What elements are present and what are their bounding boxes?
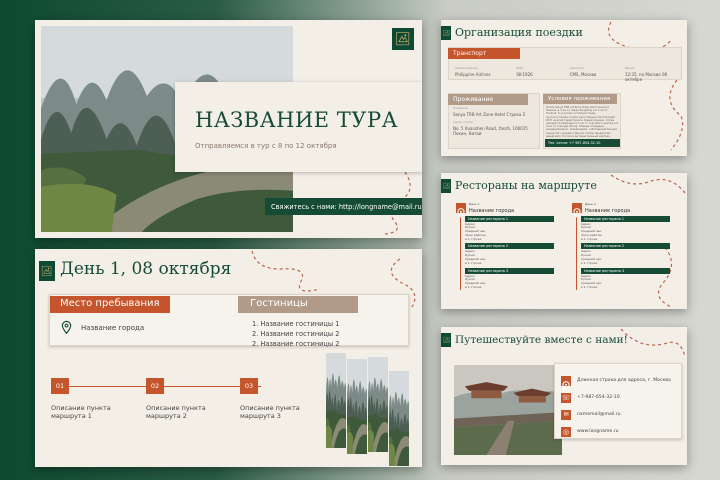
brand-logo: [392, 28, 414, 50]
step-text: Описание пункта маршрута 2: [146, 404, 206, 420]
contact-row[interactable]: ◎ www.longname.ru: [561, 423, 671, 440]
step-text: Описание пункта маршрута 3: [240, 404, 300, 420]
contact-email: namemail@mail.ru: [577, 412, 621, 417]
hotel-item: 2. Название гостиницы 2: [252, 340, 340, 348]
location-pin-icon: [572, 202, 582, 213]
slide-contacts[interactable]: Путешествуйте вместе с нами! Длинная стр…: [441, 327, 687, 465]
restaurant-name[interactable]: Название ресторана 2: [581, 243, 670, 250]
day-column: День 1 Название города Название ресторана…: [456, 202, 554, 290]
slide-organization[interactable]: Организация поездки Транспорт Авиакомпан…: [441, 20, 687, 156]
brand-logo: [441, 179, 451, 193]
waterfall-photo-strips: [326, 349, 422, 467]
contact-row[interactable]: ✉ namemail@mail.ru: [561, 406, 671, 423]
city-label: Название города: [469, 207, 515, 214]
restaurant-info: в 1 строке: [581, 260, 598, 265]
hotel-phone[interactable]: Тел. отеля: +7 987-654-32-10: [545, 139, 620, 147]
brand-logo: [441, 26, 451, 40]
step-number: 03: [240, 378, 258, 394]
slide-day-one[interactable]: День 1, 08 октября Место пребывания Назв…: [35, 249, 422, 467]
contact-address: Длинная строка для адреса, г. Москва: [577, 378, 671, 383]
route-step: 02 Описание пункта маршрута 2: [146, 378, 226, 420]
restaurant-name[interactable]: Название ресторана 3: [465, 267, 554, 274]
slide-title-text: Рестораны на маршруте: [455, 179, 597, 192]
phone-icon: ☏: [561, 392, 571, 403]
flight-value: SK-1926: [516, 71, 533, 77]
globe-icon: ◎: [561, 426, 571, 437]
contact-phone: +7-987-654-32-10: [577, 395, 620, 400]
restaurant-info: в 1 строке: [465, 285, 482, 290]
stay-addr-value: No. 5 Xuanzhen Road, Yanzh, 100015 Пекин…: [453, 125, 528, 137]
slide-title[interactable]: НАЗВАНИЕ ТУРА Отправляемся в тур с 8 по …: [35, 20, 422, 238]
stay-tag: Проживание: [448, 94, 528, 105]
photo-strip: [347, 359, 367, 454]
photo-strip: [326, 353, 346, 448]
place-tag: Место пребывания: [50, 296, 170, 313]
route-step: 01 Описание пункта маршрута 1: [51, 378, 131, 420]
tour-title: НАЗВАНИЕ ТУРА: [195, 108, 398, 132]
stay-info: Название Sanya TRB Art Zone Hotel Строка…: [453, 106, 537, 137]
day-column: День 2 Название города Название ресторана…: [572, 202, 670, 290]
photo-strip: [368, 357, 388, 452]
flight-value: Philippine Airlines: [455, 71, 491, 77]
hotels-list: 1. Название гостиницы 1 2. Название гост…: [252, 319, 339, 349]
location-pin-icon: [561, 375, 571, 386]
place-row: Название города: [60, 320, 144, 335]
restaurant-info: в 1 строке: [581, 236, 598, 241]
hotel-item: 2. Название гостиницы 2: [252, 330, 340, 338]
city-label: Название города: [585, 207, 631, 214]
brand-logo: [441, 333, 451, 347]
restaurant-name[interactable]: Название ресторана 2: [465, 243, 554, 250]
contact-row[interactable]: ☏ +7-987-654-32-10: [561, 389, 671, 406]
restaurant-name[interactable]: Название ресторана 3: [581, 267, 670, 274]
photo-strip: [389, 371, 409, 466]
slide-title-text: Организация поездки: [455, 26, 583, 39]
title-card: НАЗВАНИЕ ТУРА Отправляемся в тур с 8 по …: [175, 82, 422, 172]
flight-value: CMS, Москва: [569, 71, 597, 77]
tour-subtitle: Отправляемся в тур с 8 по 12 октября: [195, 142, 337, 150]
stay-name-value: Sanya TRB Art Zone Hotel Строка 2: [453, 111, 526, 117]
transport-tag: Транспорт: [448, 48, 520, 59]
flight-value: 12:35, по Москве 08 октября: [624, 71, 668, 83]
contact-text: Свяжитесь с нами: http://longname@mail.r…: [271, 202, 422, 211]
restaurant-name[interactable]: Название ресторана 1: [581, 215, 670, 222]
restaurant-name[interactable]: Название ресторана 1: [465, 215, 554, 222]
day-title: День 1, 08 октября: [60, 259, 232, 279]
brand-logo: [39, 261, 55, 281]
contact-list: Длинная строка для адреса, г. Москва ☏ +…: [561, 372, 671, 440]
hotel-item: 1. Название гостиницы 1: [252, 320, 340, 328]
flight-info: Авиакомпания Philippine Airlines Рейс SK-1…: [455, 66, 677, 83]
route-step: 03 Описание пункта маршрута 3: [240, 378, 320, 420]
contact-row[interactable]: Длинная строка для адреса, г. Москва: [561, 372, 671, 389]
location-pin-icon: [456, 202, 466, 213]
step-number: 02: [146, 378, 164, 394]
restaurant-info: в 1 строке: [581, 285, 598, 290]
temple-photo: [454, 365, 562, 455]
step-text: Описание пункта маршрута 1: [51, 404, 111, 420]
slide-restaurants[interactable]: Рестораны на маршруте День 1 Название гор…: [441, 173, 687, 309]
mail-icon: ✉: [561, 409, 571, 420]
conditions-tag: Условия проживания: [543, 94, 617, 104]
conditions-text: Отель Sanya TRB Art Zone Hotel расположе…: [546, 106, 618, 138]
restaurant-info: в 1 строке: [465, 236, 482, 241]
step-number: 01: [51, 378, 69, 394]
contact-bar[interactable]: Свяжитесь с нами: http://longname@mail.r…: [265, 198, 422, 215]
restaurant-info: в 1 строке: [465, 260, 482, 265]
city-name: Название города: [81, 323, 145, 332]
hotels-tag: Гостиницы: [238, 296, 358, 313]
dashed-route-decoration: [620, 328, 686, 358]
contact-website: www.longname.ru: [577, 429, 619, 434]
location-pin-icon: [61, 320, 72, 335]
